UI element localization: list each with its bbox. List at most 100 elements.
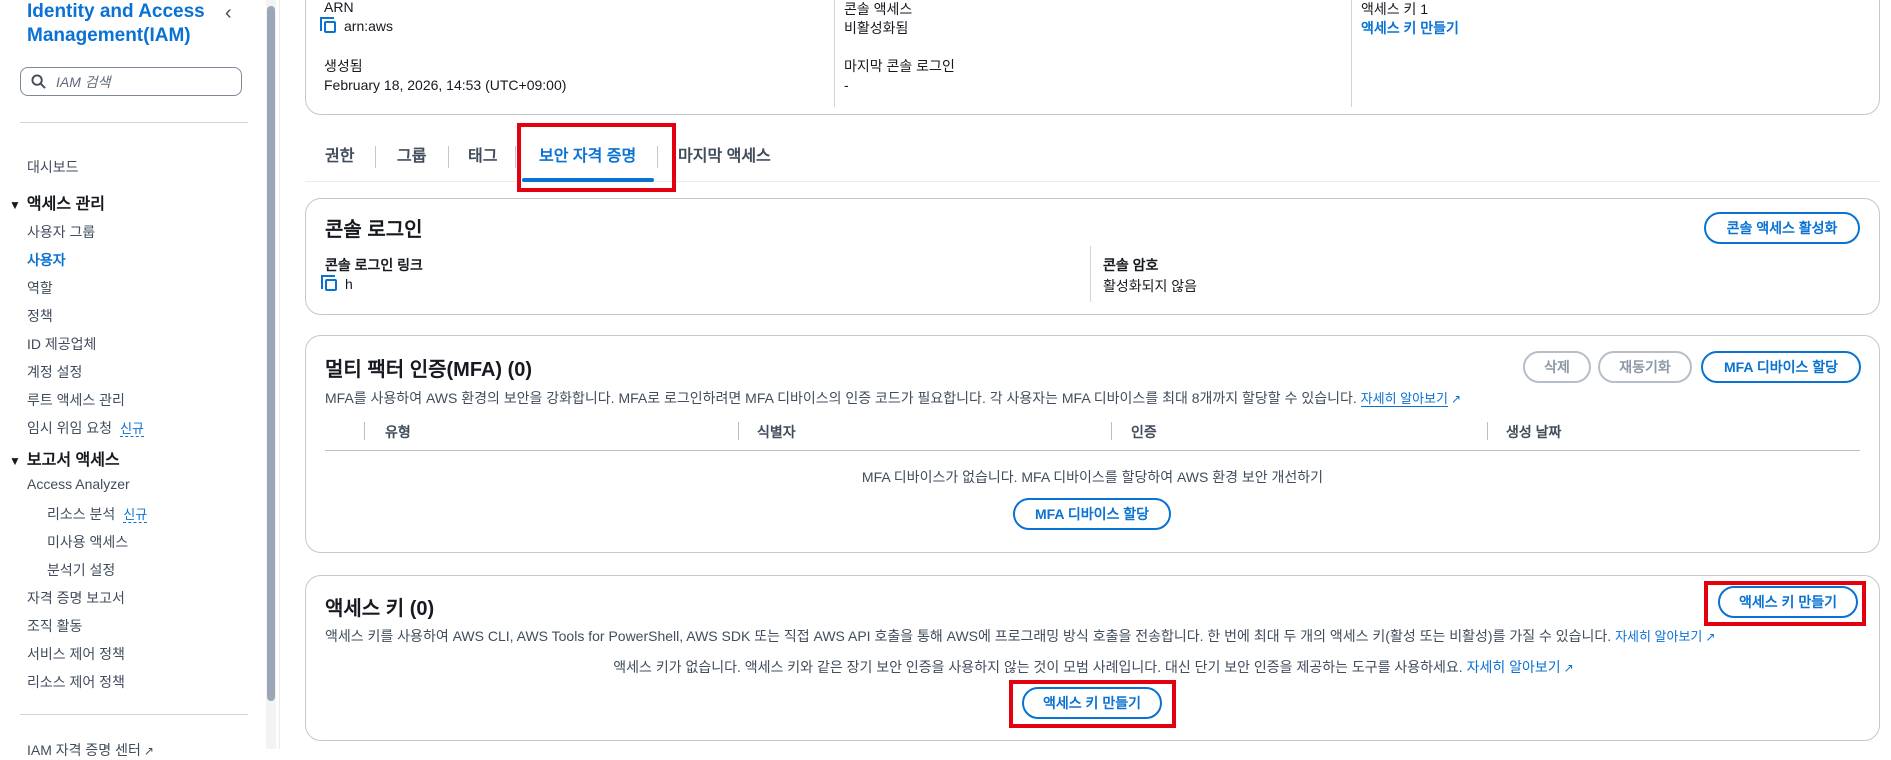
console-login-title: 콘솔 로그인 <box>325 219 423 241</box>
tab-separator <box>657 146 658 168</box>
sidebar-item-policies[interactable]: 정책 <box>27 306 53 326</box>
sidebar-item-organization-activity[interactable]: 조직 활동 <box>27 616 82 636</box>
column-divider <box>834 0 835 107</box>
sidebar-divider <box>20 122 248 123</box>
access-keys-empty-text: 액세스 키가 없습니다. 액세스 키와 같은 장기 보안 인증을 사용하지 않는… <box>306 657 1881 677</box>
delete-mfa-button[interactable]: 삭제 <box>1523 351 1591 383</box>
column-divider <box>1111 422 1112 440</box>
search-icon <box>31 74 46 89</box>
caret-down-icon: ▼ <box>9 198 21 212</box>
sidebar-item-root-access[interactable]: 루트 액세스 관리 <box>27 390 125 410</box>
sidebar-item-credential-report[interactable]: 자격 증명 보고서 <box>27 588 125 608</box>
nav-label: IAM 자격 증명 센터 <box>27 742 141 758</box>
column-divider <box>1090 246 1091 302</box>
external-link-icon: ↗ <box>1451 392 1462 406</box>
sidebar-item-roles[interactable]: 역할 <box>27 278 53 298</box>
access-keys-description-text: 액세스 키를 사용하여 AWS CLI, AWS Tools for Power… <box>325 628 1612 644</box>
access-keys-card: 액세스 키 (0) 액세스 키 만들기 액세스 키를 사용하여 AWS CLI,… <box>305 575 1880 741</box>
mfa-column-type[interactable]: 유형 <box>385 422 411 442</box>
sidebar-item-resource-analysis[interactable]: 리소스 분석 신규 <box>47 504 148 524</box>
last-login-value: - <box>844 77 849 93</box>
sidebar-item-identity-center[interactable]: IAM 자격 증명 센터 ↗ <box>27 740 154 760</box>
arn-value: arn:aws <box>320 17 394 34</box>
sidebar-divider <box>20 714 248 715</box>
console-password-value: 활성화되지 않음 <box>1103 278 1198 294</box>
mfa-column-identifier[interactable]: 식별자 <box>757 422 796 442</box>
enable-console-access-button[interactable]: 콘솔 액세스 활성화 <box>1704 212 1860 244</box>
arn-label: ARN <box>324 0 354 15</box>
mfa-column-created-date[interactable]: 생성 날짜 <box>1506 422 1561 442</box>
nav-label: 리소스 분석 <box>47 506 116 522</box>
sidebar-item-scp[interactable]: 서비스 제어 정책 <box>27 644 125 664</box>
console-access-label: 콘솔 액세스 <box>844 1 913 17</box>
external-link-icon: ↗ <box>1563 661 1574 675</box>
sidebar: Identity and Access Management(IAM) ‹ 대시… <box>0 0 266 758</box>
sidebar-item-temporary-delegation[interactable]: 임시 위임 요청 신규 <box>27 418 144 438</box>
console-link-value: h <box>321 275 353 292</box>
create-access-key-button[interactable]: 액세스 키 만들기 <box>1718 586 1858 618</box>
tab-last-accessed[interactable]: 마지막 액세스 <box>678 142 771 166</box>
nav-label: 임시 위임 요청 <box>27 420 113 436</box>
create-access-key-link[interactable]: 액세스 키 만들기 <box>1361 18 1459 38</box>
active-tab-indicator <box>522 178 654 182</box>
access-keys-title: 액세스 키 (0) <box>325 598 435 620</box>
sidebar-item-account-settings[interactable]: 계정 설정 <box>27 362 82 382</box>
collapse-sidebar-icon[interactable]: ‹ <box>225 2 232 25</box>
search-input[interactable] <box>54 72 228 91</box>
column-divider <box>364 422 365 440</box>
section-label: 액세스 관리 <box>26 196 105 213</box>
access-keys-empty-learn-more-link[interactable]: 자세히 알아보기 <box>1467 659 1561 675</box>
table-header-rule <box>325 450 1860 451</box>
console-access-value: 비활성화됨 <box>844 20 909 36</box>
tab-tags[interactable]: 태그 <box>468 142 497 166</box>
sidebar-item-identity-providers[interactable]: ID 제공업체 <box>27 334 96 354</box>
tab-separator <box>375 146 376 168</box>
mfa-column-certification[interactable]: 인증 <box>1131 422 1157 442</box>
resync-mfa-button[interactable]: 재동기화 <box>1598 351 1692 383</box>
mfa-description: MFA를 사용하여 AWS 환경의 보안을 강화합니다. MFA로 로그인하려면… <box>325 388 1461 408</box>
mfa-description-text: MFA를 사용하여 AWS 환경의 보안을 강화합니다. MFA로 로그인하려면… <box>325 390 1357 406</box>
tab-separator <box>515 146 516 168</box>
created-label: 생성됨 <box>324 58 363 74</box>
column-divider <box>1351 0 1352 107</box>
sidebar-item-unused-access[interactable]: 미사용 액세스 <box>47 532 128 552</box>
external-link-icon: ↗ <box>143 744 154 758</box>
tab-groups[interactable]: 그룹 <box>397 142 426 166</box>
service-title[interactable]: Identity and Access Management(IAM) <box>27 0 207 48</box>
arn-text: arn:aws <box>344 18 394 34</box>
sidebar-item-rcp[interactable]: 리소스 제어 정책 <box>27 672 125 692</box>
access-key-label: 액세스 키 1 <box>1361 1 1429 17</box>
sidebar-border <box>279 0 280 749</box>
summary-card: ARN arn:aws 생성됨 February 18, 2026, 14:53… <box>305 0 1880 115</box>
create-access-key-empty-button[interactable]: 액세스 키 만들기 <box>1022 687 1162 719</box>
last-login-label: 마지막 콘솔 로그인 <box>844 58 955 74</box>
copy-icon[interactable] <box>320 17 336 33</box>
external-link-icon: ↗ <box>1705 630 1716 644</box>
assign-mfa-button[interactable]: MFA 디바이스 할당 <box>1701 351 1861 383</box>
created-value: February 18, 2026, 14:53 (UTC+09:00) <box>324 77 567 93</box>
detail-tabs: 권한 그룹 태그 보안 자격 증명 마지막 액세스 <box>305 142 1880 182</box>
mfa-empty-assign-button[interactable]: MFA 디바이스 할당 <box>1013 498 1171 530</box>
console-link-label: 콘솔 로그인 링크 <box>325 257 423 273</box>
sidebar-item-analyzer-settings[interactable]: 분석기 설정 <box>47 560 115 580</box>
sidebar-item-user-groups[interactable]: 사용자 그룹 <box>27 222 95 242</box>
new-badge: 신규 <box>123 507 148 523</box>
sidebar-scrollbar-thumb[interactable] <box>267 6 275 701</box>
tab-security-credentials[interactable]: 보안 자격 증명 <box>539 142 636 166</box>
mfa-learn-more-link[interactable]: 자세히 알아보기 <box>1360 391 1448 407</box>
search-box[interactable] <box>20 67 242 96</box>
copy-icon[interactable] <box>321 275 337 291</box>
mfa-empty-text: MFA 디바이스가 없습니다. MFA 디바이스를 할당하여 AWS 환경 보안… <box>861 469 1324 485</box>
console-login-card: 콘솔 로그인 콘솔 액세스 활성화 콘솔 로그인 링크 h 콘솔 암호 활성화되… <box>305 198 1880 315</box>
tab-permissions[interactable]: 권한 <box>325 142 354 166</box>
column-divider <box>1487 422 1488 440</box>
mfa-title: 멀티 팩터 인증(MFA) (0) <box>325 359 533 381</box>
tab-separator <box>448 146 449 168</box>
console-password-label: 콘솔 암호 <box>1103 257 1159 273</box>
console-link-text: h <box>345 276 353 292</box>
column-divider <box>738 422 739 440</box>
sidebar-section-access-management[interactable]: ▼ 액세스 관리 <box>9 190 105 214</box>
sidebar-item-users[interactable]: 사용자 <box>27 250 66 270</box>
sidebar-item-dashboard[interactable]: 대시보드 <box>27 157 79 177</box>
access-keys-learn-more-link[interactable]: 자세히 알아보기 <box>1615 629 1702 644</box>
